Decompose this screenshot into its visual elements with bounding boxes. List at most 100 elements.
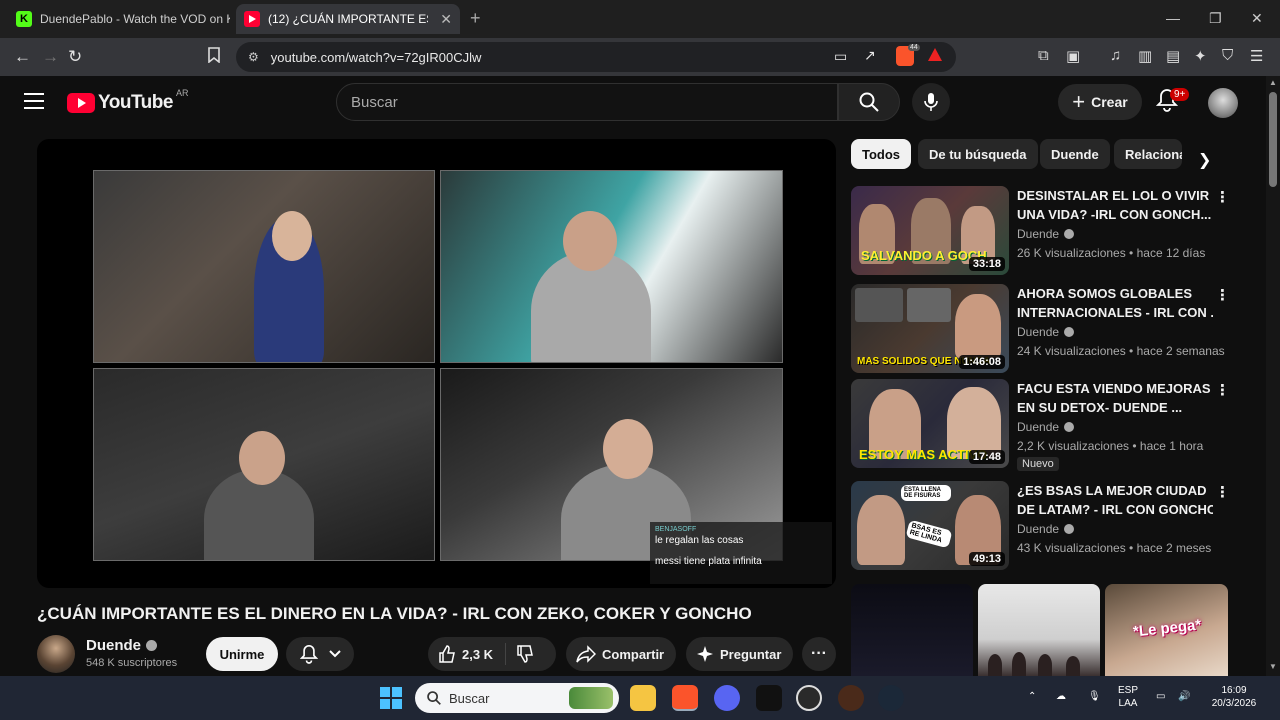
account-avatar[interactable] xyxy=(1208,88,1238,118)
recommendation-title[interactable]: AHORA SOMOS GLOBALES INTERNACIONALES - I… xyxy=(1017,284,1213,322)
voice-search-button[interactable] xyxy=(912,83,950,121)
vpn-icon[interactable]: ⛉ xyxy=(1222,47,1233,64)
recommendation-channel[interactable]: Duende xyxy=(1017,227,1075,241)
camera-feed-1 xyxy=(93,170,435,363)
more-vertical-icon[interactable]: ⋮ xyxy=(1215,188,1230,206)
chip-from-search[interactable]: De tu búsqueda xyxy=(918,139,1038,169)
microphone-tray-icon[interactable]: 🎙 xyxy=(1088,690,1101,703)
scroll-down-icon[interactable]: ▼ xyxy=(1269,662,1277,671)
search-input[interactable]: Buscar xyxy=(336,83,838,121)
recommendation-title[interactable]: FACU ESTA VIENDO MEJORAS EN SU DETOX- DU… xyxy=(1017,379,1213,417)
scroll-up-icon[interactable]: ▲ xyxy=(1269,78,1277,87)
obs-studio-icon[interactable] xyxy=(796,685,822,711)
page-scrollbar[interactable]: ▲ ▼ xyxy=(1266,76,1280,676)
clock[interactable]: 16:09 20/3/2026 xyxy=(1206,684,1262,710)
short-thumbnail[interactable]: *Le pega* xyxy=(1105,584,1228,676)
chat-message: messi tiene plata infinita xyxy=(655,556,762,567)
youtube-play-icon xyxy=(67,93,95,113)
search-button[interactable] xyxy=(838,83,900,121)
scrollbar-thumb[interactable] xyxy=(1269,92,1277,187)
forward-icon[interactable]: → xyxy=(42,47,59,67)
recommendation-title[interactable]: ¿ES BSAS LA MEJOR CIUDAD DE LATAM? - IRL… xyxy=(1017,481,1213,519)
create-button[interactable]: + Crear xyxy=(1058,84,1142,120)
channel-avatar[interactable] xyxy=(37,635,75,673)
title-line: DESINSTALAR EL LOL O VIVIR xyxy=(1017,188,1210,203)
start-button[interactable] xyxy=(380,687,402,709)
more-vertical-icon[interactable]: ⋮ xyxy=(1215,381,1230,399)
menu-icon[interactable]: ☰ xyxy=(1250,47,1263,65)
channel-name[interactable]: Duende xyxy=(86,637,141,654)
guide-menu-icon[interactable] xyxy=(24,93,44,109)
extensions-icon[interactable]: ⧉ xyxy=(1038,47,1049,64)
network-icon[interactable]: ▭ xyxy=(1156,690,1165,703)
more-actions-button[interactable]: ··· xyxy=(802,637,836,671)
maximize-icon[interactable]: ❐ xyxy=(1209,10,1222,27)
notification-badge: 9+ xyxy=(1170,88,1190,101)
cloud-icon[interactable]: ☁ xyxy=(1056,690,1066,703)
discord-icon[interactable] xyxy=(714,685,740,711)
site-info-icon[interactable]: ⚙ xyxy=(248,50,259,64)
youtube-header: YouTube AR Buscar + Crear 9+ xyxy=(0,76,1266,128)
more-vertical-icon[interactable]: ⋮ xyxy=(1215,483,1230,501)
obs-app-icon[interactable] xyxy=(756,685,782,711)
wallet-icon[interactable]: ▤ xyxy=(1166,47,1180,65)
language-indicator[interactable]: ESP LAA xyxy=(1118,684,1138,710)
cast-icon[interactable]: ▭ xyxy=(834,48,847,65)
ask-button[interactable]: Preguntar xyxy=(686,637,794,671)
short-thumbnail[interactable] xyxy=(851,584,973,676)
chip-duende[interactable]: Duende xyxy=(1040,139,1110,169)
recommendation-channel[interactable]: Duende xyxy=(1017,420,1075,434)
show-hidden-icons-icon[interactable]: ⌃ xyxy=(1028,690,1036,703)
short-thumbnail[interactable] xyxy=(978,584,1100,676)
back-icon[interactable]: ← xyxy=(14,47,31,67)
recommendation-title[interactable]: DESINSTALAR EL LOL O VIVIR UNA VIDA? -IR… xyxy=(1017,186,1213,224)
sidebar-icon[interactable]: ▥ xyxy=(1138,47,1152,65)
reader-icon[interactable]: ▣ xyxy=(1066,47,1080,65)
dislike-button[interactable] xyxy=(506,645,534,663)
media-icon[interactable]: ♫ xyxy=(1110,47,1121,64)
reload-icon[interactable]: ↻ xyxy=(68,47,82,67)
taskbar-search-input[interactable]: Buscar xyxy=(415,683,619,713)
tab-close-icon[interactable]: ✕ xyxy=(440,11,452,28)
browser-tab-kick[interactable]: K DuendePablo - Watch the VOD on Ki xyxy=(8,4,230,34)
browser-tab-youtube[interactable]: (12) ¿CUÁN IMPORTANTE ES EL D ✕ xyxy=(236,4,460,34)
video-thumbnail[interactable]: ESTOY MAS ACTIVO 17:48 xyxy=(851,379,1009,468)
new-tab-icon[interactable]: + xyxy=(470,8,481,29)
search-highlight-icon xyxy=(569,687,613,709)
new-badge: Nuevo xyxy=(1017,457,1059,471)
video-thumbnail[interactable]: ESTA LLENA DE FISURAS BSAS ES RE LINDA 4… xyxy=(851,481,1009,570)
video-player[interactable]: BENJASOFF le regalan las cosas messi tie… xyxy=(37,139,836,588)
address-bar[interactable]: ⚙ youtube.com/watch?v=72gIR00CJlw ▭ ↗ 44 xyxy=(236,42,956,72)
volume-icon[interactable]: 🔊 xyxy=(1178,690,1190,703)
recommendation-item[interactable]: SALVANDO A GOCH 33:18 DESINSTALAR EL LOL… xyxy=(851,186,1251,276)
chevron-right-icon[interactable]: ❯ xyxy=(1198,150,1211,170)
channel-name-row[interactable]: Duende xyxy=(86,637,158,654)
chip-all[interactable]: Todos xyxy=(851,139,912,169)
recommendation-item[interactable]: ESTOY MAS ACTIVO 17:48 FACU ESTA VIENDO … xyxy=(851,379,1251,471)
join-button[interactable]: Unirme xyxy=(206,637,278,671)
recommendation-item[interactable]: MAS SOLIDOS QUE NUNCA 1:46:08 AHORA SOMO… xyxy=(851,284,1251,374)
recommendation-item[interactable]: ESTA LLENA DE FISURAS BSAS ES RE LINDA 4… xyxy=(851,481,1251,571)
share-button[interactable]: Compartir xyxy=(566,637,677,671)
video-thumbnail[interactable]: MAS SOLIDOS QUE NUNCA 1:46:08 xyxy=(851,284,1009,373)
minimize-icon[interactable]: — xyxy=(1166,10,1180,26)
close-window-icon[interactable]: ✕ xyxy=(1251,10,1263,27)
youtube-logo[interactable]: YouTube AR xyxy=(67,88,188,114)
subscription-notifications-button[interactable] xyxy=(286,637,354,671)
brave-browser-icon[interactable] xyxy=(672,685,698,711)
share-page-icon[interactable]: ↗ xyxy=(864,47,876,64)
brave-rewards-icon[interactable] xyxy=(928,48,942,61)
chip-related[interactable]: Relacionados xyxy=(1114,139,1182,169)
steam-icon[interactable] xyxy=(878,685,904,711)
recommendation-channel[interactable]: Duende xyxy=(1017,325,1075,339)
leo-icon[interactable]: ✦ xyxy=(1194,47,1207,65)
file-explorer-icon[interactable] xyxy=(630,685,656,711)
like-button[interactable]: 2,3 K xyxy=(428,643,507,665)
bookmark-icon[interactable] xyxy=(208,47,220,68)
game-app-icon[interactable] xyxy=(838,685,864,711)
recommendation-channel[interactable]: Duende xyxy=(1017,522,1075,536)
video-thumbnail[interactable]: SALVANDO A GOCH 33:18 xyxy=(851,186,1009,275)
more-vertical-icon[interactable]: ⋮ xyxy=(1215,286,1230,304)
more-horizontal-icon: ··· xyxy=(811,645,827,662)
country-code: AR xyxy=(175,88,189,98)
